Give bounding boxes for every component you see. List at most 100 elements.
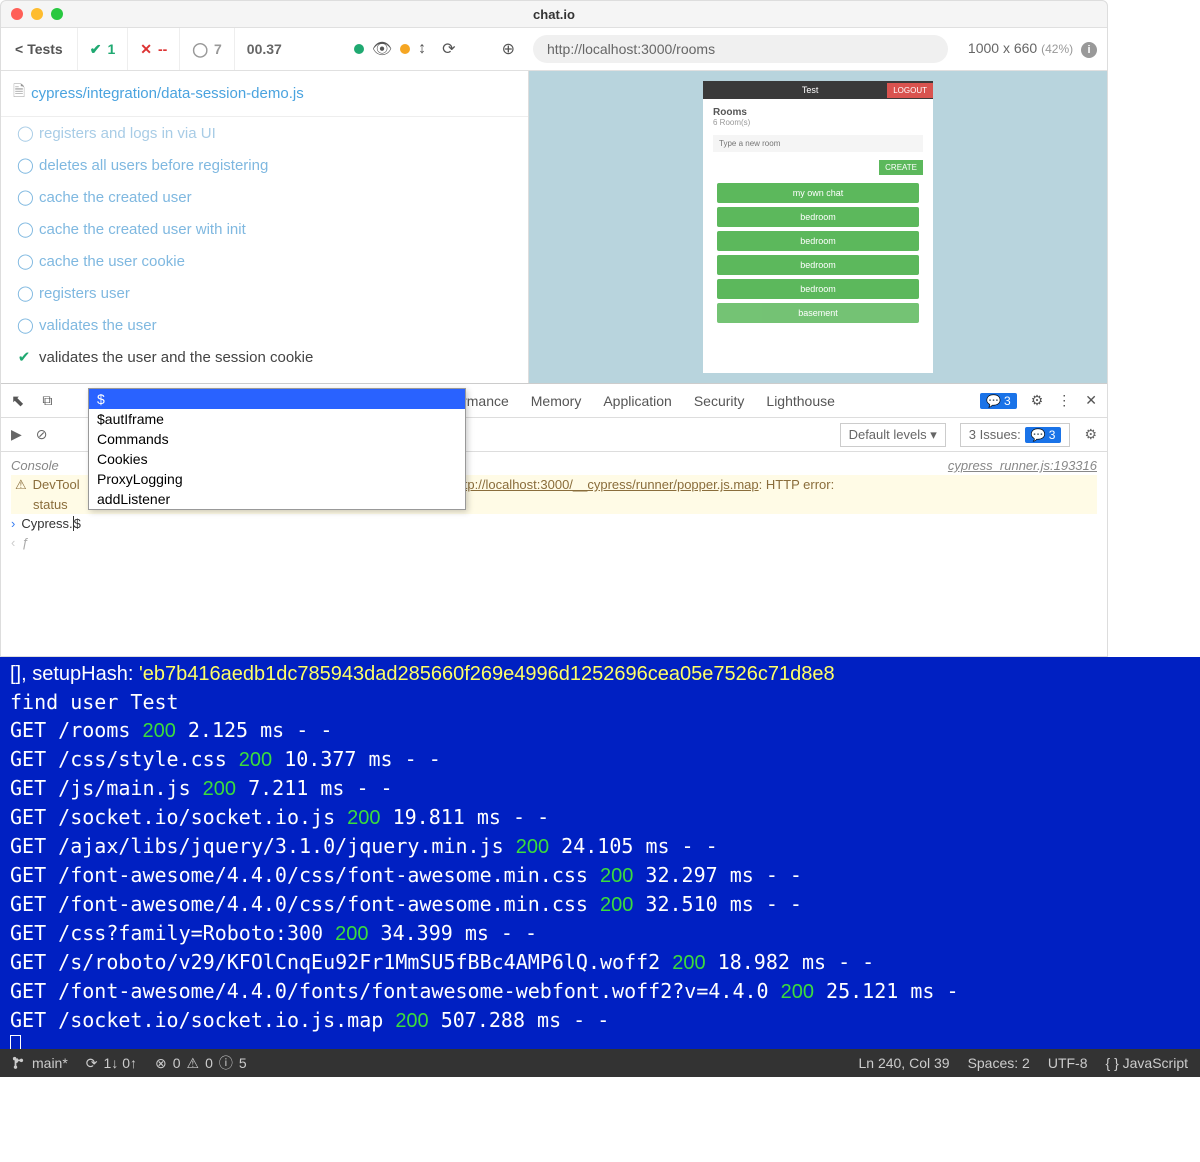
- url-bar[interactable]: http://localhost:3000/rooms: [533, 35, 948, 63]
- autocomplete-item[interactable]: ProxyLogging: [89, 469, 465, 489]
- room-item[interactable]: bedroom: [717, 207, 919, 227]
- close-devtools-icon[interactable]: ✕: [1085, 392, 1097, 409]
- selector-playground-icon[interactable]: ⊕: [494, 39, 523, 59]
- room-item[interactable]: bedroom: [717, 231, 919, 251]
- back-label: Tests: [27, 41, 63, 57]
- pending-count: ◯7: [179, 28, 233, 70]
- new-room-input[interactable]: [713, 135, 923, 152]
- tab-application[interactable]: Application: [601, 389, 674, 413]
- sourcemap-link[interactable]: http://localhost:3000/__cypress/runner/p…: [453, 477, 759, 492]
- file-icon: 🗎: [13, 81, 25, 106]
- device-toggle-icon[interactable]: ⧉: [42, 392, 52, 409]
- test-item[interactable]: ✔ validates the user and the session cook…: [1, 341, 528, 373]
- test-label: registers and logs in via UI: [39, 125, 216, 142]
- circle-icon: ◯: [17, 284, 31, 302]
- terminal[interactable]: [], setupHash: 'eb7b416aedb1dc785943dad2…: [0, 657, 1200, 1049]
- maximize-window-button[interactable]: [51, 8, 63, 20]
- test-item[interactable]: ◯ registers and logs in via UI: [1, 117, 528, 149]
- autocomplete-item[interactable]: Cookies: [89, 449, 465, 469]
- test-item[interactable]: ◯ cache the user cookie: [1, 245, 528, 277]
- messages-badge[interactable]: 💬 3: [980, 393, 1017, 409]
- failed-count: ✕--: [127, 28, 179, 70]
- circle-icon: ◯: [17, 124, 31, 142]
- cypress-toolbar: < Tests ✔1 ✕-- ◯7 00.37 👁 ↕ ⟳ ⊕ http://l…: [1, 27, 1107, 71]
- issues-button[interactable]: 3 Issues: 💬 3: [960, 423, 1071, 447]
- back-to-tests-button[interactable]: < Tests: [1, 41, 77, 57]
- circle-icon: ◯: [17, 220, 31, 238]
- minimize-window-button[interactable]: [31, 8, 43, 20]
- problems[interactable]: ⊗ 0 ⚠ 0 ⓘ 5: [155, 1053, 247, 1073]
- updown-icon[interactable]: ↕: [410, 40, 434, 58]
- circle-icon: ◯: [17, 188, 31, 206]
- test-label: registers user: [39, 285, 130, 302]
- titlebar: chat.io: [1, 1, 1107, 27]
- status-dot-orange: [400, 44, 410, 54]
- info-icon[interactable]: i: [1081, 42, 1097, 58]
- app-header-title: Test: [733, 85, 887, 95]
- circle-icon: ◯: [17, 252, 31, 270]
- app-header: Test LOGOUT: [703, 81, 933, 99]
- passed-count: ✔1: [77, 28, 128, 70]
- room-item[interactable]: basement: [717, 303, 919, 323]
- tab-lighthouse[interactable]: Lighthouse: [764, 389, 837, 413]
- window-title: chat.io: [533, 7, 575, 22]
- rooms-heading: Rooms: [713, 107, 923, 118]
- tab-security[interactable]: Security: [692, 389, 747, 413]
- create-room-button[interactable]: CREATE: [879, 160, 923, 175]
- close-window-button[interactable]: [11, 8, 23, 20]
- clear-console-icon[interactable]: ⊘: [36, 426, 48, 443]
- encoding[interactable]: UTF-8: [1048, 1055, 1088, 1071]
- spec-file[interactable]: 🗎 cypress/integration/data-session-demo.…: [1, 71, 528, 117]
- check-icon: ✔: [17, 348, 31, 366]
- run-time: 00.37: [234, 28, 294, 70]
- test-label: deletes all users before registering: [39, 157, 268, 174]
- language-mode[interactable]: { } JavaScript: [1106, 1055, 1189, 1071]
- console-source-link[interactable]: cypress_runner.js:193316: [948, 458, 1097, 473]
- circle-icon: ◯: [17, 316, 31, 334]
- reload-icon[interactable]: ⟳: [434, 39, 463, 59]
- execute-icon[interactable]: ▶: [11, 426, 22, 443]
- test-item[interactable]: ◯ cache the created user with init: [1, 213, 528, 245]
- test-item[interactable]: ◯ deletes all users before registering: [1, 149, 528, 181]
- test-list-panel: 🗎 cypress/integration/data-session-demo.…: [1, 71, 529, 383]
- test-label: cache the user cookie: [39, 253, 185, 270]
- room-item[interactable]: bedroom: [717, 255, 919, 275]
- git-sync[interactable]: ⟳ 1↓ 0↑: [86, 1055, 137, 1072]
- autocomplete-item[interactable]: Commands: [89, 429, 465, 449]
- settings-icon[interactable]: ⚙: [1031, 392, 1044, 409]
- autocomplete-item[interactable]: $: [89, 389, 465, 409]
- git-branch[interactable]: main*: [12, 1055, 68, 1071]
- test-item[interactable]: ◯ registers user: [1, 277, 528, 309]
- test-label: validates the user: [39, 317, 157, 334]
- editor-statusbar: main* ⟳ 1↓ 0↑ ⊗ 0 ⚠ 0 ⓘ 5 Ln 240, Col 39…: [0, 1049, 1200, 1077]
- test-label: cache the created user with init: [39, 221, 246, 238]
- inspect-icon[interactable]: ⬉: [11, 391, 24, 411]
- autocomplete-item[interactable]: $autIframe: [89, 409, 465, 429]
- rooms-count: 6 Room(s): [713, 118, 923, 127]
- logout-button[interactable]: LOGOUT: [887, 83, 933, 98]
- indent-setting[interactable]: Spaces: 2: [968, 1055, 1030, 1071]
- autocomplete-item[interactable]: addListener: [89, 489, 465, 509]
- autocomplete-popup[interactable]: $$autIframeCommandsCookiesProxyLoggingad…: [88, 388, 466, 510]
- test-label: cache the created user: [39, 189, 192, 206]
- status-dot-green: [354, 44, 364, 54]
- tab-memory[interactable]: Memory: [529, 389, 584, 413]
- test-label: validates the user and the session cooki…: [39, 349, 313, 366]
- prompt-icon: ›: [11, 516, 15, 531]
- console-return: ‹ ƒ: [11, 533, 1097, 552]
- more-icon[interactable]: ⋮: [1057, 392, 1071, 409]
- cursor-position[interactable]: Ln 240, Col 39: [858, 1055, 949, 1071]
- eye-icon[interactable]: 👁: [364, 39, 400, 59]
- viewport-size: 1000 x 660 (42%) i: [958, 40, 1107, 58]
- room-item[interactable]: bedroom: [717, 279, 919, 299]
- chevron-left-icon: <: [15, 41, 23, 57]
- log-levels-dropdown[interactable]: Default levels ▾: [840, 423, 946, 447]
- console-input-line[interactable]: › Cypress.$: [11, 514, 1097, 533]
- test-item[interactable]: ◯ cache the created user: [1, 181, 528, 213]
- console-src-label: Console: [11, 458, 59, 473]
- test-item[interactable]: ◯ validates the user: [1, 309, 528, 341]
- app-preview: Test LOGOUT Rooms 6 Room(s) CREATE my ow…: [529, 71, 1107, 383]
- room-item[interactable]: my own chat: [717, 183, 919, 203]
- circle-icon: ◯: [17, 156, 31, 174]
- console-settings-icon[interactable]: ⚙: [1084, 426, 1097, 443]
